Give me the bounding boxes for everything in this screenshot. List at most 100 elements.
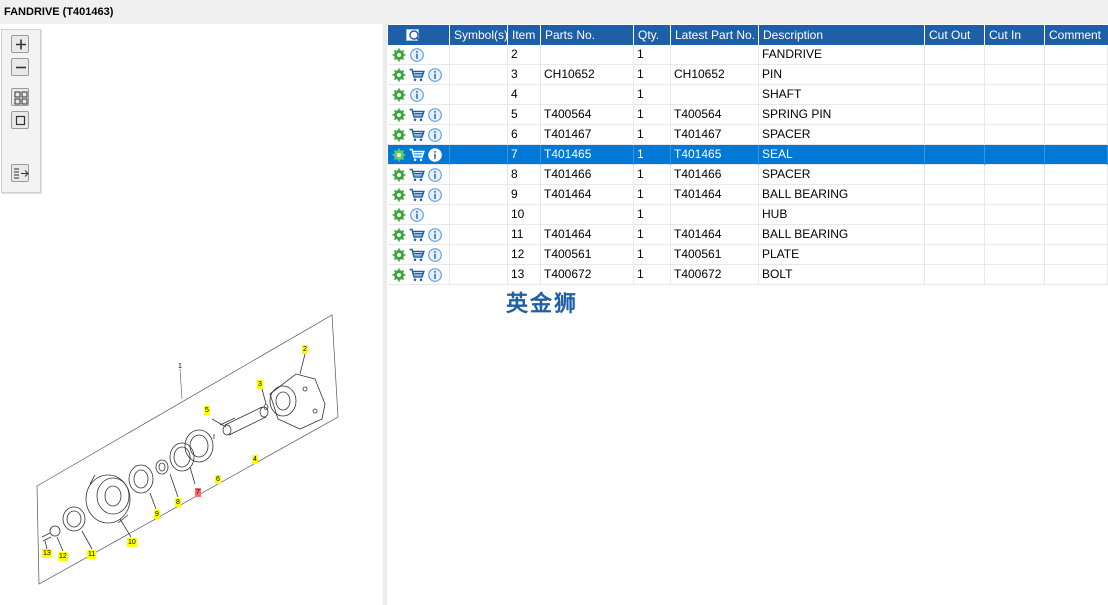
info-icon[interactable] [428,108,442,122]
table-row[interactable]: 12 T400561 1 T400561 PLATE [388,245,1108,265]
table-row[interactable]: 8 T401466 1 T401466 SPACER [388,165,1108,185]
column-header-parts-no[interactable]: Parts No. [541,25,634,45]
cell-comment [1045,165,1108,185]
cart-icon[interactable] [409,248,425,262]
table-row[interactable]: 2 1 FANDRIVE [388,45,1108,65]
info-icon[interactable] [428,68,442,82]
table-row[interactable]: 13 T400672 1 T400672 BOLT [388,265,1108,285]
callout-7[interactable]: 7 [195,488,201,497]
cell-symbols [450,205,508,225]
cell-cut-in [985,125,1045,145]
table-row[interactable]: 5 T400564 1 T400564 SPRING PIN [388,105,1108,125]
cart-icon[interactable] [409,268,425,282]
column-header-cut-in[interactable]: Cut In [985,25,1045,45]
fit-all-button[interactable] [11,88,29,106]
info-icon[interactable] [428,188,442,202]
gear-icon[interactable] [392,88,406,102]
row-icons-cell [388,165,450,185]
gear-icon[interactable] [392,108,406,122]
cart-icon[interactable] [409,148,425,162]
gear-icon[interactable] [392,48,406,62]
column-header-comment[interactable]: Comment [1045,25,1108,45]
zoom-out-button[interactable] [11,58,29,76]
watermark: 英金狮 [506,292,579,317]
table-row[interactable]: 9 T401464 1 T401464 BALL BEARING [388,185,1108,205]
cell-comment [1045,185,1108,205]
cart-icon[interactable] [409,228,425,242]
table-row[interactable]: 4 1 SHAFT [388,85,1108,105]
column-header-item[interactable]: Item [508,25,541,45]
cell-desc: HUB [759,205,925,225]
gear-icon[interactable] [392,68,406,82]
column-header-qty[interactable]: Qty. [634,25,671,45]
callout-6[interactable]: 6 [215,475,221,484]
cell-comment [1045,265,1108,285]
cell-symbols [450,85,508,105]
info-icon[interactable] [410,48,424,62]
cell-cut-in [985,145,1045,165]
info-icon[interactable] [428,248,442,262]
gear-icon[interactable] [392,228,406,242]
callout-1[interactable]: 1 [177,362,183,371]
column-select-header[interactable] [388,25,450,45]
gear-icon[interactable] [392,148,406,162]
column-header-cut-out[interactable]: Cut Out [925,25,985,45]
table-row[interactable]: 3 CH10652 1 CH10652 PIN [388,65,1108,85]
column-header-latest-part-no[interactable]: Latest Part No. [671,25,759,45]
gear-icon[interactable] [392,168,406,182]
callout-13[interactable]: 13 [42,549,52,558]
row-icons-cell [388,225,450,245]
fit-window-icon [15,115,26,126]
cell-latest: T401465 [671,145,759,165]
cell-symbols [450,245,508,265]
cell-item: 11 [508,225,541,245]
table-row[interactable]: 7 T401465 1 T401465 SEAL [388,145,1108,165]
callout-10[interactable]: 10 [127,538,137,547]
table-row[interactable]: 10 1 HUB [388,205,1108,225]
cart-icon[interactable] [409,128,425,142]
info-icon[interactable] [428,128,442,142]
cell-desc: BALL BEARING [759,225,925,245]
info-icon[interactable] [428,148,442,162]
callout-11[interactable]: 11 [87,550,97,559]
info-icon[interactable] [428,168,442,182]
table-row[interactable]: 6 T401467 1 T401467 SPACER [388,125,1108,145]
cell-comment [1045,205,1108,225]
gear-icon[interactable] [392,268,406,282]
cart-icon[interactable] [409,168,425,182]
gear-icon[interactable] [392,128,406,142]
callout-2[interactable]: 2 [302,345,308,354]
callout-5[interactable]: 5 [204,406,210,415]
info-icon[interactable] [428,268,442,282]
cell-cut-in [985,265,1045,285]
cell-cut-in [985,45,1045,65]
column-header-description[interactable]: Description [759,25,925,45]
info-icon[interactable] [410,208,424,222]
callout-3[interactable]: 3 [257,380,263,389]
cart-icon[interactable] [409,68,425,82]
zoom-in-button[interactable] [11,35,29,53]
info-icon[interactable] [410,88,424,102]
cell-desc: BALL BEARING [759,185,925,205]
gear-icon[interactable] [392,248,406,262]
column-header-symbols[interactable]: Symbol(s) [450,25,508,45]
gear-icon[interactable] [392,188,406,202]
gear-icon[interactable] [392,208,406,222]
cell-cut-out [925,165,985,185]
cell-qty: 1 [634,125,671,145]
pane-splitter[interactable] [383,24,387,605]
callout-9[interactable]: 9 [154,510,160,519]
cart-icon[interactable] [409,188,425,202]
row-icons-cell [388,45,450,65]
table-row[interactable]: 11 T401464 1 T401464 BALL BEARING [388,225,1108,245]
cell-qty: 1 [634,185,671,205]
cell-symbols [450,145,508,165]
export-button[interactable] [11,164,29,182]
cart-icon[interactable] [409,108,425,122]
callout-4[interactable]: 4 [252,455,258,464]
callout-8[interactable]: 8 [175,498,181,507]
cell-symbols [450,125,508,145]
fit-window-button[interactable] [11,111,29,129]
info-icon[interactable] [428,228,442,242]
callout-12[interactable]: 12 [58,552,68,561]
